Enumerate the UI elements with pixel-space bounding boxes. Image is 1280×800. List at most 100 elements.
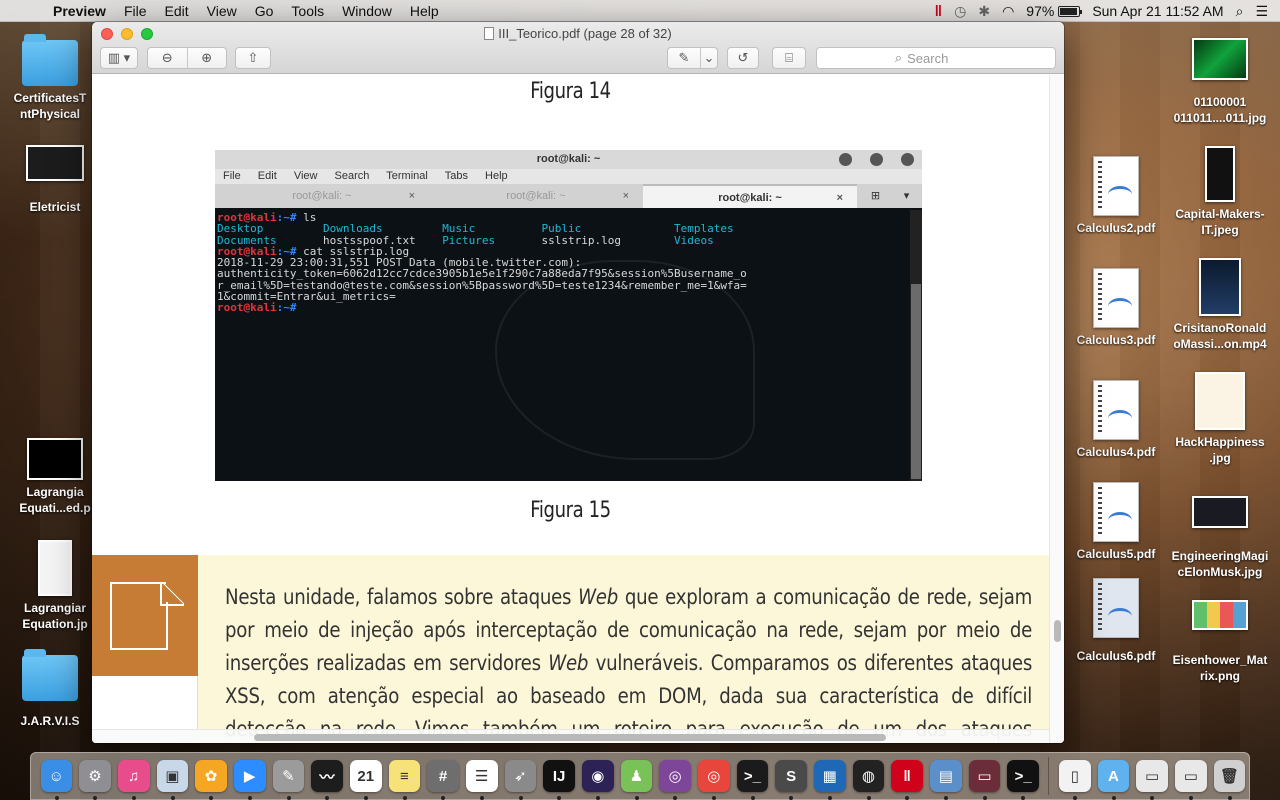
menu-file[interactable]: File: [115, 3, 156, 19]
dock-android-icon[interactable]: ♟: [620, 760, 653, 800]
dock-photos-icon[interactable]: ✿: [195, 760, 227, 800]
dock-script-icon[interactable]: ✎: [272, 760, 305, 800]
clock[interactable]: Sun Apr 21 11:52 AM: [1092, 3, 1223, 19]
desktop-item[interactable]: Calculus6.pdf: [1066, 578, 1166, 664]
dock-applications-icon[interactable]: A: [1097, 760, 1130, 800]
desktop-item[interactable]: EngineeringMagi cElonMusk.jpg: [1168, 496, 1272, 580]
zoom-out-button[interactable]: ⊖: [148, 48, 187, 68]
search-input[interactable]: [907, 50, 978, 66]
desktop-item-label: J.A.R.V.I.S: [20, 714, 80, 728]
dock-terminal-window-icon[interactable]: >_: [1007, 760, 1039, 800]
desktop-item[interactable]: J.A.R.V.I.S: [0, 649, 100, 729]
dock-eclipse-icon[interactable]: ◉: [581, 760, 614, 800]
close-icon: ×: [622, 190, 629, 202]
time-machine-icon[interactable]: ◷: [954, 3, 966, 20]
zoom-in-icon: ⊕: [201, 50, 213, 65]
document-view[interactable]: Figura 14 root@kali: ~ File Edit View Se…: [92, 75, 1064, 743]
dock-screenshot-icon[interactable]: ▭: [1136, 760, 1168, 800]
dock-gear-icon[interactable]: ⚙: [79, 760, 111, 800]
dock-screenshot-icon[interactable]: ▭: [1174, 760, 1207, 800]
close-icon: [901, 153, 914, 166]
dock-intellij-icon[interactable]: IJ: [543, 760, 575, 800]
desktop-item-label: Calculus5.pdf: [1076, 547, 1156, 561]
image-thumbnail-icon: [1192, 38, 1248, 80]
dock-reminders-icon[interactable]: ☰: [465, 760, 498, 800]
dock-terminal-icon[interactable]: >_: [736, 760, 769, 800]
sidebar-toggle-button[interactable]: ▥ ▾: [100, 47, 138, 69]
dock-window-icon[interactable]: ▭: [968, 760, 1001, 800]
dock-calendar-icon[interactable]: 21: [349, 760, 382, 800]
desktop-item[interactable]: 01100001 011011....011.jpg: [1168, 38, 1272, 126]
wifi-icon[interactable]: ◠: [1002, 3, 1014, 20]
dock-calculator-icon[interactable]: #: [427, 760, 459, 800]
dock-trash-icon[interactable]: 🗑: [1213, 760, 1246, 800]
parallels-status-icon[interactable]: ‖: [935, 3, 942, 20]
folder-icon: [22, 34, 78, 86]
desktop-item[interactable]: Eisenhower_Mat rix.png: [1168, 600, 1272, 684]
terminal-titlebar: root@kali: ~: [215, 150, 922, 169]
desktop-item-label: Calculus4.pdf: [1076, 445, 1156, 459]
share-button[interactable]: ⇧: [235, 47, 271, 69]
desktop-item[interactable]: Calculus5.pdf: [1066, 482, 1166, 562]
dock-preview-icon[interactable]: ▣: [156, 760, 189, 800]
desktop-item[interactable]: Lagrangia Equati...ed.p: [10, 438, 100, 516]
pdf-page: Figura 14 root@kali: ~ File Edit View Se…: [92, 75, 1049, 743]
dock-tor-icon[interactable]: ◎: [659, 760, 691, 800]
menu-tools[interactable]: Tools: [282, 3, 333, 19]
desktop-item[interactable]: Eletricist: [10, 145, 100, 215]
terminal-tab-label: root@kali: ~: [506, 190, 566, 202]
summary-box: Nesta unidade, falamos sobre ataques Web…: [92, 555, 1049, 743]
dock-record-icon[interactable]: ◍: [852, 760, 885, 800]
desktop-item[interactable]: Lagrangiar Equation.jp: [10, 540, 100, 632]
dock-parallels-icon[interactable]: ‖: [891, 760, 923, 800]
menu-edit[interactable]: Edit: [156, 3, 198, 19]
dock-camera-icon[interactable]: ▶: [233, 760, 266, 800]
terminal-output: root@kali:~# ls Desktop Downloads Music …: [215, 210, 910, 481]
dock-activity-icon[interactable]: 〰: [311, 760, 343, 800]
desktop-item[interactable]: Capital-Makers- IT.jpeg: [1168, 146, 1272, 238]
dock-image-capture-icon[interactable]: ▤: [929, 760, 962, 800]
menu-window[interactable]: Window: [333, 3, 401, 19]
markup-button[interactable]: ✎: [668, 48, 700, 68]
dock-virtualbox-icon[interactable]: ▦: [813, 760, 846, 800]
menu-go[interactable]: Go: [246, 3, 283, 19]
dock-rocket-icon[interactable]: ➶: [504, 760, 537, 800]
dock-chrome-icon[interactable]: ◎: [697, 760, 730, 800]
horizontal-scrollbar[interactable]: [92, 729, 1049, 743]
pdf-document-icon: [1093, 156, 1139, 216]
vertical-scrollbar[interactable]: [1049, 75, 1064, 743]
desktop-item[interactable]: Calculus3.pdf: [1066, 268, 1166, 348]
dock-document-icon[interactable]: ▯: [1058, 760, 1091, 800]
app-menu[interactable]: Preview: [44, 3, 115, 19]
dock-music-icon[interactable]: ♫: [117, 760, 150, 800]
battery-icon[interactable]: [1058, 5, 1083, 17]
dock-sublime-icon[interactable]: S: [775, 760, 807, 800]
desktop-item[interactable]: HackHappiness .jpg: [1168, 372, 1272, 466]
markup-toolbar-button[interactable]: ⌸: [772, 47, 806, 69]
desktop-item[interactable]: Calculus2.pdf: [1066, 156, 1166, 236]
dock-finder-icon[interactable]: ☺: [40, 760, 73, 800]
menu-view[interactable]: View: [198, 3, 246, 19]
chevron-down-icon: ▾: [903, 190, 910, 202]
ls-entry: sslstrip.log: [541, 233, 674, 247]
notification-center-icon[interactable]: ☰: [1255, 3, 1268, 20]
rotate-button[interactable]: ↺: [727, 47, 759, 69]
desktop-item[interactable]: CrisitanoRonald oMassi...on.mp4: [1168, 258, 1272, 352]
bluetooth-icon[interactable]: ✱: [978, 3, 990, 20]
battery-percent[interactable]: 97%: [1026, 3, 1054, 19]
summary-text: Nesta unidade, falamos sobre ataques Web…: [225, 585, 1033, 741]
terminal-menu-item: Terminal: [386, 170, 428, 182]
desktop-item[interactable]: CertificatesT ntPhysical: [0, 34, 100, 122]
terminal-menu-item: Search: [334, 170, 370, 182]
dock-notes-icon[interactable]: ≡: [388, 760, 421, 800]
terminal-prompt: root@kali: [217, 301, 277, 315]
pen-icon: ✎: [678, 50, 690, 65]
desktop-item[interactable]: Calculus4.pdf: [1066, 380, 1166, 460]
dock-separator: [1048, 757, 1050, 795]
spotlight-search-icon[interactable]: ⌕: [1236, 3, 1244, 20]
menu-help[interactable]: Help: [401, 3, 448, 19]
markup-menu-button[interactable]: ⌄: [701, 48, 717, 68]
search-field[interactable]: ⌕: [816, 47, 1056, 69]
image-thumbnail-icon: [1195, 372, 1245, 430]
zoom-in-button[interactable]: ⊕: [188, 48, 227, 68]
